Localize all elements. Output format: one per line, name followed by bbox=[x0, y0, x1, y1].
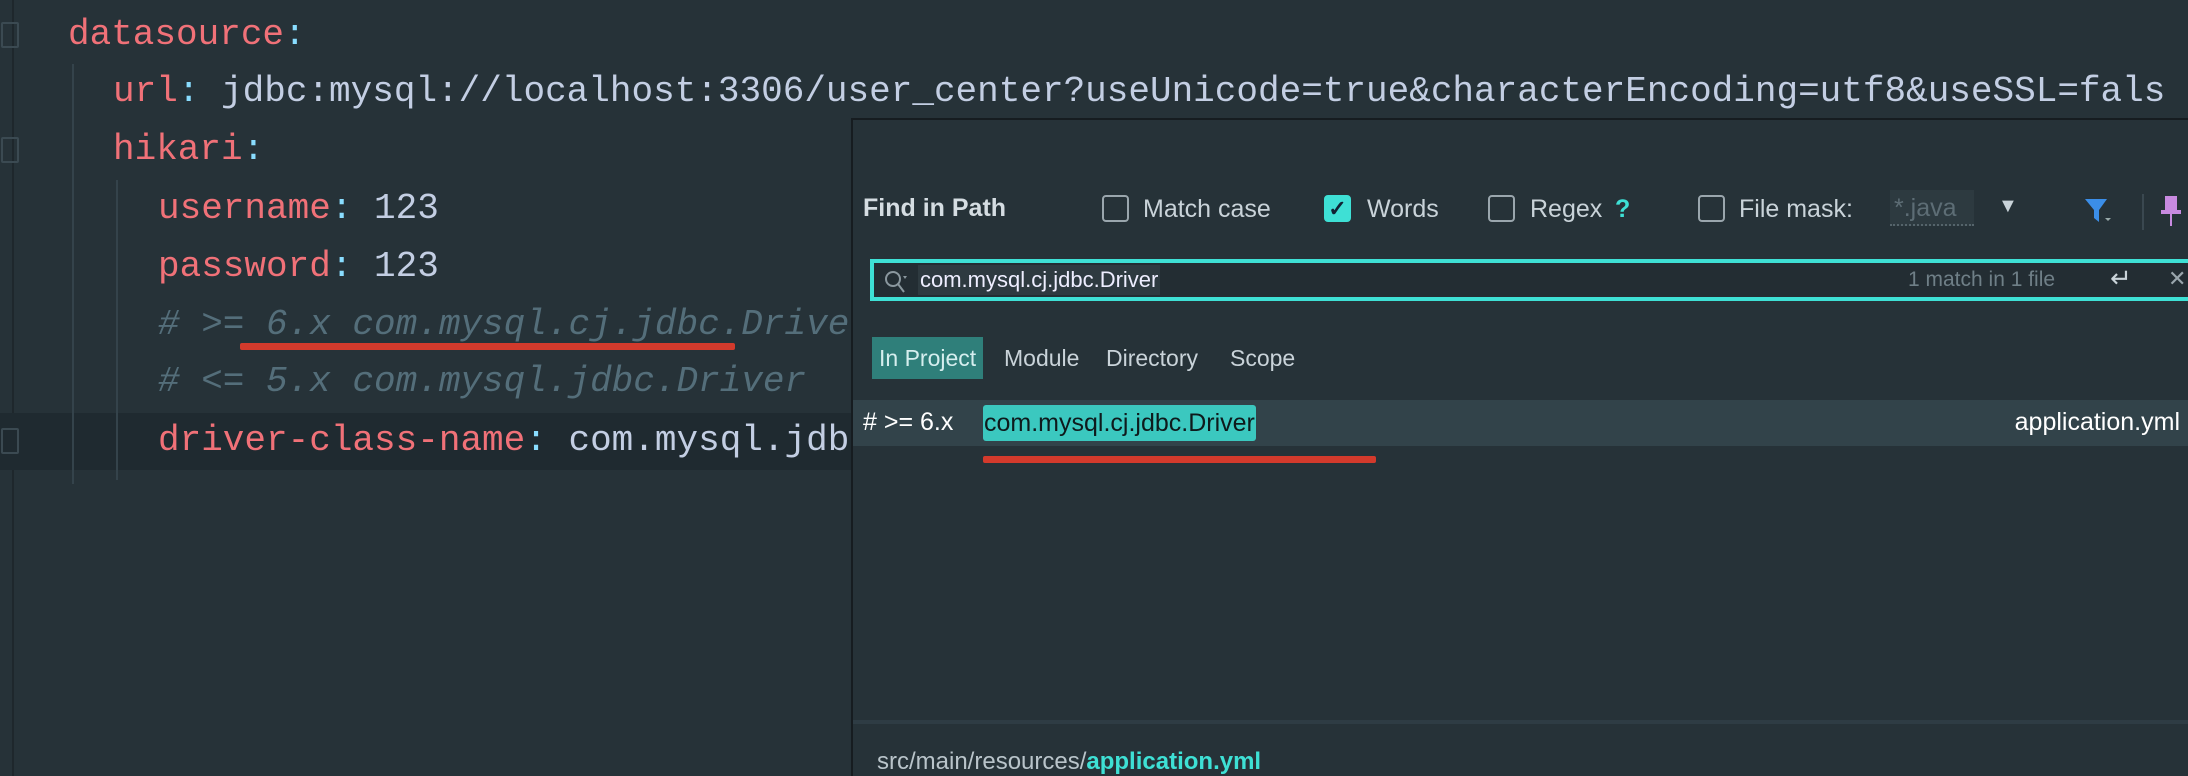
result-match: com.mysql.cj.jdbc.Driver bbox=[983, 405, 1256, 441]
scope-tab-scope[interactable]: Scope bbox=[1223, 337, 1302, 379]
enter-icon[interactable]: ↵ bbox=[2110, 263, 2132, 294]
indent-guide bbox=[116, 180, 118, 480]
regex-help-link[interactable]: ? bbox=[1615, 195, 1630, 224]
pin-icon[interactable] bbox=[2159, 194, 2183, 228]
code-line: hikari: bbox=[113, 129, 265, 170]
dropdown-arrow-icon[interactable]: ▼ bbox=[1998, 195, 2018, 218]
annotation-underline bbox=[983, 456, 1376, 463]
code-line: datasource: bbox=[68, 14, 306, 55]
scope-tab-in-project[interactable]: In Project bbox=[872, 337, 984, 379]
scope-tab-directory[interactable]: Directory bbox=[1099, 337, 1205, 379]
check-icon: ✓ bbox=[1328, 196, 1347, 221]
file-mask-label: File mask: bbox=[1739, 195, 1853, 223]
match-case-label: Match case bbox=[1143, 195, 1271, 223]
code-line: password: 123 bbox=[158, 246, 439, 287]
gutter bbox=[12, 0, 14, 776]
close-icon[interactable]: ✕ bbox=[2168, 266, 2186, 292]
regex-label: Regex bbox=[1530, 195, 1603, 223]
search-query[interactable]: com.mysql.cj.jdbc.Driver bbox=[918, 265, 1161, 295]
file-mask-checkbox[interactable] bbox=[1698, 195, 1725, 222]
fold-icon[interactable] bbox=[1, 22, 19, 48]
code-line: url: jdbc:mysql://localhost:3306/user_ce… bbox=[113, 71, 2166, 112]
indent-guide bbox=[72, 64, 74, 484]
code-comment: # <= 5.x com.mysql.jdbc.Driver bbox=[158, 361, 807, 402]
preview-divider[interactable] bbox=[853, 720, 2188, 724]
result-row[interactable]: # >= 6.x com.mysql.cj.jdbc.Driver applic… bbox=[853, 400, 2188, 446]
dialog-title: Find in Path bbox=[863, 194, 1007, 222]
file-path: src/main/resources/application.yml bbox=[877, 748, 1262, 775]
filter-icon[interactable] bbox=[2083, 196, 2113, 226]
words-label: Words bbox=[1367, 195, 1439, 223]
scope-tab-module[interactable]: Module bbox=[997, 337, 1086, 379]
file-mask-input[interactable]: *.java bbox=[1890, 190, 1974, 226]
search-field[interactable]: com.mysql.cj.jdbc.Driver 1 match in 1 fi… bbox=[870, 259, 2188, 301]
fold-icon[interactable] bbox=[1, 428, 19, 454]
code-line: username: 123 bbox=[158, 188, 439, 229]
search-icon[interactable] bbox=[882, 268, 912, 296]
words-checkbox[interactable]: ✓ bbox=[1324, 195, 1351, 222]
find-in-path-dialog: Find in Path Match case ✓ Words Regex ? … bbox=[851, 118, 2188, 776]
fold-icon[interactable] bbox=[1, 137, 19, 163]
match-count: 1 match in 1 file bbox=[1908, 268, 2056, 291]
annotation-underline bbox=[240, 343, 735, 350]
result-file: application.yml bbox=[2014, 408, 2180, 436]
toolbar-separator bbox=[2142, 194, 2144, 230]
result-prefix: # >= 6.x bbox=[863, 408, 961, 436]
regex-checkbox[interactable] bbox=[1488, 195, 1515, 222]
match-case-checkbox[interactable] bbox=[1102, 195, 1129, 222]
